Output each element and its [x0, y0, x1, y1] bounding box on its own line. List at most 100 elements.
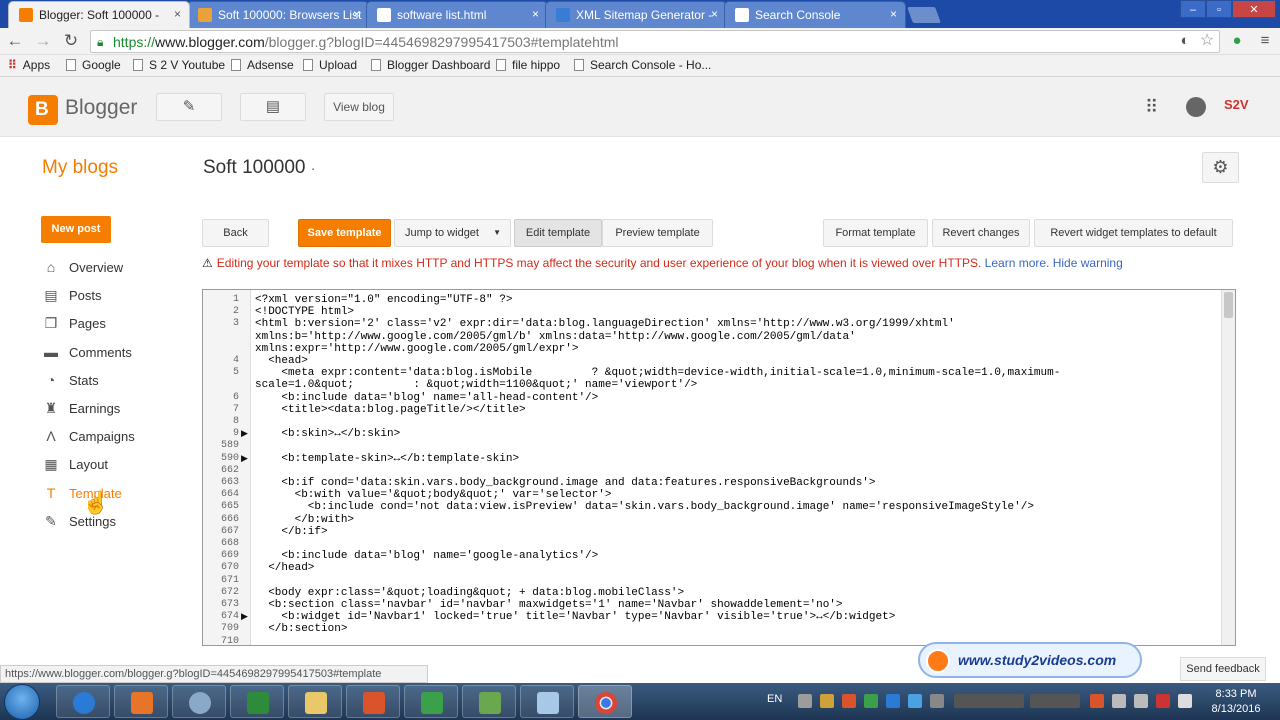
bluetooth-icon[interactable] [886, 694, 900, 708]
code-line[interactable]: <b:template-skin>↔</b:template-skin> [255, 453, 519, 465]
back-arrow-icon[interactable]: ← [4, 30, 26, 52]
hide-warning-link[interactable]: Hide warning [1053, 256, 1123, 270]
browser-tab[interactable]: Soft 100000: Browsers List × [187, 1, 369, 28]
browser-tab[interactable]: software list.html × [366, 1, 548, 28]
tray-icon[interactable] [930, 694, 944, 708]
bookmark-s2v-youtube[interactable]: S 2 V Youtube [133, 58, 225, 72]
blogger-logo-icon[interactable]: B [28, 95, 58, 125]
browser-tab[interactable]: Search Console × [724, 1, 906, 28]
code-line[interactable]: <?xml version="1.0" encoding="UTF-8" ?> [255, 294, 512, 306]
blog-dropdown-icon[interactable]: · [311, 160, 316, 176]
code-line[interactable]: <b:include data='blog' name='google-anal… [255, 550, 598, 562]
send-feedback-button[interactable]: Send feedback [1180, 657, 1266, 681]
code-line[interactable]: <b:include data='blog' name='all-head-co… [255, 392, 598, 404]
close-window-icon[interactable]: ✕ [1232, 0, 1276, 18]
bookmark-adsense[interactable]: Adsense [231, 58, 294, 72]
code-line[interactable]: <html b:version='2' class='v2' expr:dir=… [255, 318, 955, 330]
taskbar-camtasia-recorder[interactable] [404, 685, 458, 718]
fold-arrow-icon[interactable]: ▶ [241, 453, 248, 464]
format-template-button[interactable]: Format template [823, 219, 928, 247]
tab-close-icon[interactable]: × [353, 7, 360, 21]
address-bar[interactable]: 🔒︎ https://www.blogger.com/blogger.g?blo… [90, 30, 1220, 53]
editor-scrollbar[interactable] [1221, 290, 1235, 645]
power-icon[interactable] [1112, 694, 1126, 708]
code-line[interactable]: <b:section class='navbar' id='navbar' ma… [255, 599, 842, 611]
extension-icon[interactable]: ◐ [1174, 30, 1196, 52]
posts-list-button[interactable]: ▤ [240, 93, 306, 121]
forward-arrow-icon[interactable]: → [32, 30, 54, 52]
sidebar-item-pages[interactable]: ❐ Pages [42, 314, 192, 336]
taskbar-chrome[interactable] [578, 685, 632, 718]
code-line[interactable]: <title><data:blog.pageTitle/></title> [255, 404, 525, 416]
jump-to-widget-dropdown[interactable]: Jump to widget ▼ [394, 219, 511, 247]
revert-widget-templates-button[interactable]: Revert widget templates to default [1034, 219, 1233, 247]
sidebar-item-settings[interactable]: ✎ Settings [42, 512, 192, 534]
maximize-icon[interactable]: ▫ [1206, 0, 1232, 18]
windows-start-button[interactable] [4, 684, 40, 720]
tray-indicators[interactable] [1030, 694, 1080, 708]
my-blogs-link[interactable]: My blogs [42, 157, 118, 179]
language-indicator[interactable]: EN [767, 693, 782, 705]
scrollbar-thumb[interactable] [1224, 292, 1233, 318]
code-line[interactable]: xmlns:b='http://www.google.com/2005/gml/… [255, 331, 856, 343]
sidebar-item-posts[interactable]: ▤ Posts [42, 286, 192, 308]
edit-template-button[interactable]: Edit template [514, 219, 602, 247]
taskbar-ie[interactable] [56, 685, 110, 718]
bookmark-upload[interactable]: Upload [303, 58, 357, 72]
tab-close-icon[interactable]: × [174, 7, 181, 21]
extension-green-icon[interactable]: ● [1226, 30, 1248, 52]
sidebar-item-template[interactable]: T Template [42, 484, 192, 506]
apps-grid-icon[interactable]: ⠿ [1145, 97, 1158, 118]
taskbar-app8[interactable] [462, 685, 516, 718]
taskbar-media-player[interactable] [114, 685, 168, 718]
chrome-menu-icon[interactable]: ≡ [1254, 30, 1276, 52]
new-post-button[interactable]: New post [41, 216, 111, 243]
sidebar-item-earnings[interactable]: ♜ Earnings [42, 399, 192, 421]
tray-icon[interactable] [1156, 694, 1170, 708]
reload-icon[interactable]: ↻ [60, 30, 82, 52]
tray-icon[interactable] [820, 694, 834, 708]
bookmark-search-console[interactable]: Search Console - Ho... [574, 58, 711, 72]
bookmark-google[interactable]: Google [66, 58, 121, 72]
code-line[interactable]: xmlns:expr='http://www.google.com/2005/g… [255, 343, 578, 355]
minimize-icon[interactable]: – [1180, 0, 1206, 18]
save-template-button[interactable]: Save template [298, 219, 391, 247]
browser-tab[interactable]: XML Sitemap Generator - × [545, 1, 727, 28]
taskbar-app3[interactable] [172, 685, 226, 718]
sidebar-item-stats[interactable]: ◔ Stats [42, 371, 192, 393]
sidebar-item-campaigns[interactable]: Ʌ Campaigns [42, 427, 192, 449]
code-line[interactable]: <b:skin>↔</b:skin> [255, 428, 400, 440]
view-blog-button[interactable]: View blog [324, 93, 394, 121]
system-clock[interactable]: 8:33 PM 8/13/2016 [1206, 687, 1266, 717]
tab-close-icon[interactable]: × [890, 7, 897, 21]
tray-icon[interactable] [798, 694, 812, 708]
code-line[interactable]: <body expr:class='&quot;loading&quot; + … [255, 587, 684, 599]
back-button[interactable]: Back [202, 219, 269, 247]
template-code-editor[interactable]: 1 2 3 4 5 6 7 8 9 ▶ 589 590 ▶ 662 663 664 665 666 667 668 66… [202, 289, 1236, 646]
code-line[interactable]: </b:section> [255, 623, 347, 635]
code-line[interactable]: <meta expr:content='data:blog.isMobile ?… [255, 367, 1060, 379]
sidebar-item-comments[interactable]: ▬ Comments [42, 343, 192, 365]
notifications-icon[interactable] [1186, 97, 1206, 117]
new-post-pencil-button[interactable]: ✎ [156, 93, 222, 121]
network-icon[interactable] [1134, 694, 1148, 708]
blogger-brand[interactable]: Blogger [65, 96, 137, 120]
taskbar-camtasia[interactable] [230, 685, 284, 718]
bookmark-star-icon[interactable]: ☆ [1196, 30, 1218, 52]
code-line[interactable]: </b:if> [255, 526, 327, 538]
taskbar-app9[interactable] [520, 685, 574, 718]
browser-tab[interactable]: Blogger: Soft 100000 - × [8, 1, 190, 28]
sidebar-item-overview[interactable]: ⌂ Overview [42, 258, 192, 280]
taskbar-explorer[interactable] [288, 685, 342, 718]
volume-icon[interactable] [1178, 694, 1192, 708]
sidebar-item-layout[interactable]: ▦ Layout [42, 455, 192, 477]
learn-more-link[interactable]: Learn more. [985, 256, 1050, 270]
blog-title[interactable]: Soft 100000 · [203, 157, 315, 179]
code-line[interactable]: <b:with value='&quot;body&quot;' var='se… [255, 489, 612, 501]
bookmark-file-hippo[interactable]: file hippo [496, 58, 560, 72]
code-line[interactable]: </head> [255, 562, 314, 574]
bookmark-blogger-dashboard[interactable]: Blogger Dashboard [371, 58, 490, 72]
settings-gear-button[interactable]: ⚙ [1202, 152, 1239, 183]
revert-changes-button[interactable]: Revert changes [932, 219, 1030, 247]
preview-template-button[interactable]: Preview template [602, 219, 713, 247]
